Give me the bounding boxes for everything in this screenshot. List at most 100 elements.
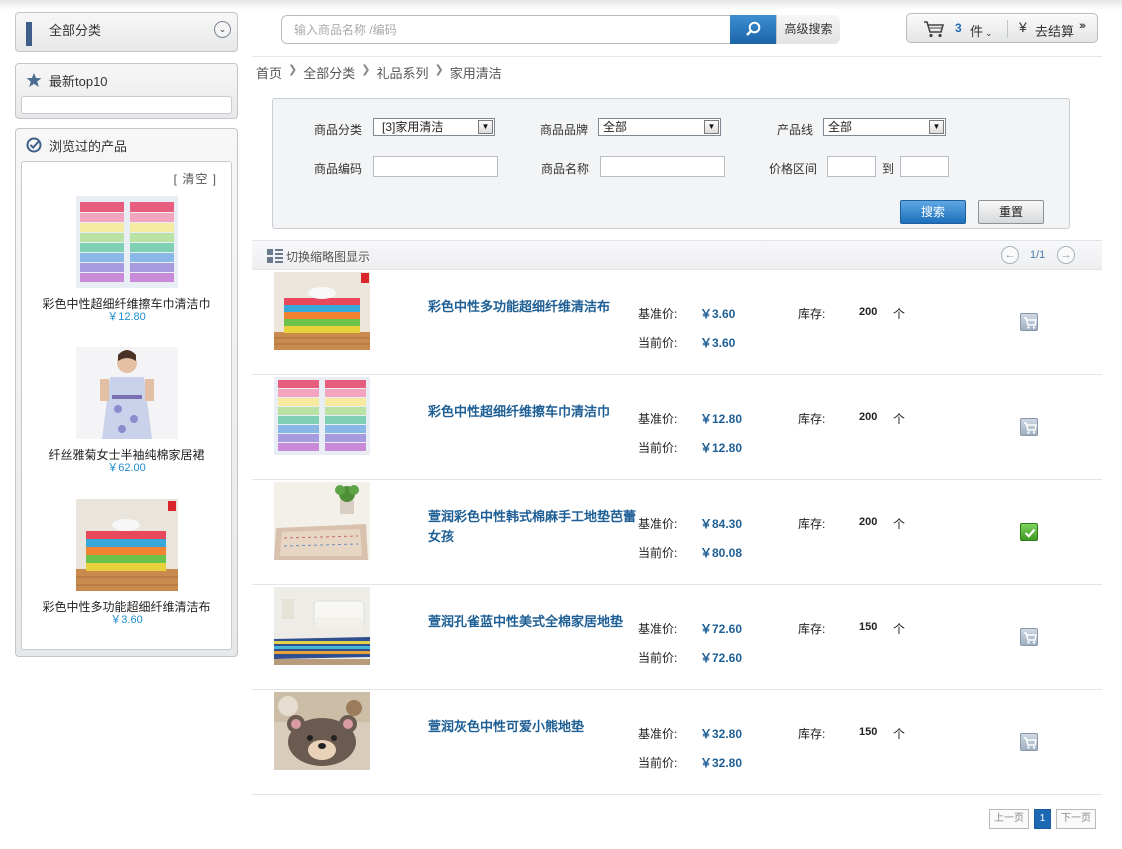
cart-icon[interactable] [923, 20, 945, 38]
history-item-name[interactable]: 彩色中性超细纤维擦车巾清洁巾 [22, 297, 231, 311]
stock-value: 200 [859, 411, 878, 423]
current-price-label: 当前价: [638, 441, 678, 455]
breadcrumb-home-cleaning[interactable]: 家用清洁 [450, 63, 502, 82]
page-number-button[interactable]: 1 [1034, 809, 1051, 829]
stock-label: 库存: [798, 412, 826, 426]
current-price-value: ￥32.80 [700, 756, 743, 770]
top10-label: 最新top10 [49, 73, 108, 89]
category-select-value: [3]家用清洁 [382, 120, 444, 134]
product-row: 彩色中性超细纤维擦车巾清洁巾 基准价: ￥12.80 库存: 200 个 当前价… [252, 375, 1102, 480]
product-thumbnail[interactable] [274, 377, 370, 455]
breadcrumb-separator-icon: ❯ [361, 64, 371, 76]
breadcrumb-separator-icon: ❯ [288, 64, 298, 76]
search-filter-button[interactable]: 搜索 [900, 200, 966, 224]
cart-count: 3 [955, 21, 962, 35]
product-thumbnail[interactable] [274, 482, 370, 560]
filter-panel: 商品分类 [3]家用清洁 ▼ 商品品牌 全部 ▼ 产品线 全部 ▼ 商品编码 商… [272, 98, 1070, 229]
add-to-cart-button[interactable] [1020, 418, 1038, 436]
stock-unit: 个 [893, 412, 906, 426]
add-to-cart-button[interactable] [1020, 313, 1038, 331]
product-title[interactable]: 萱润彩色中性韩式棉麻手工地垫芭蕾女孩 [428, 507, 640, 547]
current-price-value: ￥72.60 [700, 651, 743, 665]
cart-icon [1024, 737, 1037, 749]
base-price-label: 基准价: [638, 727, 678, 741]
advanced-search-button[interactable]: 高级搜索 [776, 15, 840, 44]
product-row: 萱润灰色中性可爱小熊地垫 基准价: ￥32.80 库存: 150 个 当前价: … [252, 690, 1102, 795]
history-item-price: ￥62.00 [107, 462, 146, 474]
prev-page-arrow-icon[interactable]: ← [1001, 246, 1019, 264]
product-code-input[interactable] [373, 156, 498, 177]
category-select[interactable]: [3]家用清洁 ▼ [373, 118, 495, 136]
next-page-button[interactable]: 下一页 [1056, 809, 1096, 829]
added-to-cart-button[interactable] [1020, 523, 1038, 541]
brand-label: 商品品牌 [540, 123, 589, 137]
product-thumbnail[interactable] [274, 272, 370, 350]
product-title[interactable]: 彩色中性多功能超细纤维清洁布 [428, 297, 640, 317]
price-range-label: 价格区间 [769, 162, 818, 176]
toggle-thumbnail-view[interactable]: 切换缩略图显示 [286, 248, 370, 265]
list-view-icon[interactable] [267, 249, 283, 263]
breadcrumb-home[interactable]: 首页 [256, 63, 282, 82]
product-name-input[interactable] [600, 156, 725, 177]
history-item[interactable]: 彩色中性多功能超细纤维清洁布 ￥3.60 [22, 499, 231, 627]
breadcrumb-gift-series[interactable]: 礼品系列 [376, 63, 428, 82]
stock-unit: 个 [893, 517, 906, 531]
base-price-value: ￥12.80 [700, 412, 743, 426]
breadcrumb-divider [252, 56, 1102, 57]
base-price-label: 基准价: [638, 517, 678, 531]
all-categories-header[interactable]: 全部分类 [16, 13, 237, 46]
product-row: 萱润孔雀蓝中性美式全棉家居地垫 基准价: ￥72.60 库存: 150 个 当前… [252, 585, 1102, 690]
product-row: 萱润彩色中性韩式棉麻手工地垫芭蕾女孩 基准价: ￥84.30 库存: 200 个… [252, 480, 1102, 585]
base-price-value: ￥3.60 [700, 307, 736, 321]
cart-divider [1007, 20, 1008, 38]
clear-history-link[interactable]: [ 清空 ] [174, 170, 217, 187]
product-title[interactable]: 萱润孔雀蓝中性美式全棉家居地垫 [428, 612, 640, 632]
page-indicator: 1/1 [1030, 249, 1046, 261]
price-min-input[interactable] [827, 156, 876, 177]
dropdown-arrow-icon: ▼ [929, 120, 944, 134]
current-price-label: 当前价: [638, 546, 678, 560]
price-max-input[interactable] [900, 156, 949, 177]
history-item[interactable]: 彩色中性超细纤维擦车巾清洁巾 ￥12.80 [22, 196, 231, 324]
product-line-select[interactable]: 全部 ▼ [823, 118, 946, 136]
towel-stack-image [75, 196, 178, 288]
product-line-label: 产品线 [777, 123, 814, 137]
stock-value: 150 [859, 726, 878, 738]
product-title[interactable]: 萱润灰色中性可爱小熊地垫 [428, 717, 640, 737]
search-input[interactable] [294, 21, 724, 39]
history-item[interactable]: 纤丝雅菊女士半袖纯棉家居裙 ￥62.00 [22, 347, 231, 475]
dropdown-arrow-icon: ▼ [704, 120, 719, 134]
yen-icon: ¥ [1019, 19, 1027, 35]
history-item-name[interactable]: 纤丝雅菊女士半袖纯棉家居裙 [22, 448, 231, 462]
stock-label: 库存: [798, 307, 826, 321]
base-price-value: ￥72.60 [700, 622, 743, 636]
chevron-down-icon: ⌄ [985, 28, 993, 38]
top10-header[interactable]: 最新top10 [16, 64, 237, 96]
cart-unit-label: 件 [970, 24, 984, 39]
next-page-arrow-icon[interactable]: → [1057, 246, 1075, 264]
home-dress-image [75, 347, 178, 439]
add-to-cart-button[interactable] [1020, 628, 1038, 646]
cart-icon [1024, 632, 1037, 644]
search-icon [746, 21, 761, 36]
stock-unit: 个 [893, 622, 906, 636]
product-title[interactable]: 彩色中性超细纤维擦车巾清洁巾 [428, 402, 640, 422]
checkout-link[interactable]: 去结算 [1035, 21, 1074, 40]
browsed-header: 浏览过的产品 [16, 129, 237, 161]
prev-page-button[interactable]: 上一页 [989, 809, 1029, 829]
brand-select[interactable]: 全部 ▼ [598, 118, 721, 136]
checkmark-icon [1024, 528, 1036, 538]
cart-unit-dropdown[interactable]: 件 ⌄ [970, 21, 993, 40]
chevron-down-icon[interactable]: ⌄ [214, 21, 231, 38]
reset-filter-button[interactable]: 重置 [978, 200, 1044, 224]
search-button[interactable] [730, 15, 776, 44]
history-item-name[interactable]: 彩色中性多功能超细纤维清洁布 [22, 600, 231, 614]
check-circle-icon [26, 137, 42, 153]
add-to-cart-button[interactable] [1020, 733, 1038, 751]
top10-panel: 最新top10 [15, 63, 238, 119]
product-thumbnail[interactable] [274, 692, 370, 770]
all-categories-panel[interactable]: 全部分类 ⌄ [15, 12, 238, 52]
product-thumbnail[interactable] [274, 587, 370, 665]
breadcrumb-all-categories[interactable]: 全部分类 [303, 63, 355, 82]
double-arrow-icon: ››› [1079, 20, 1086, 32]
